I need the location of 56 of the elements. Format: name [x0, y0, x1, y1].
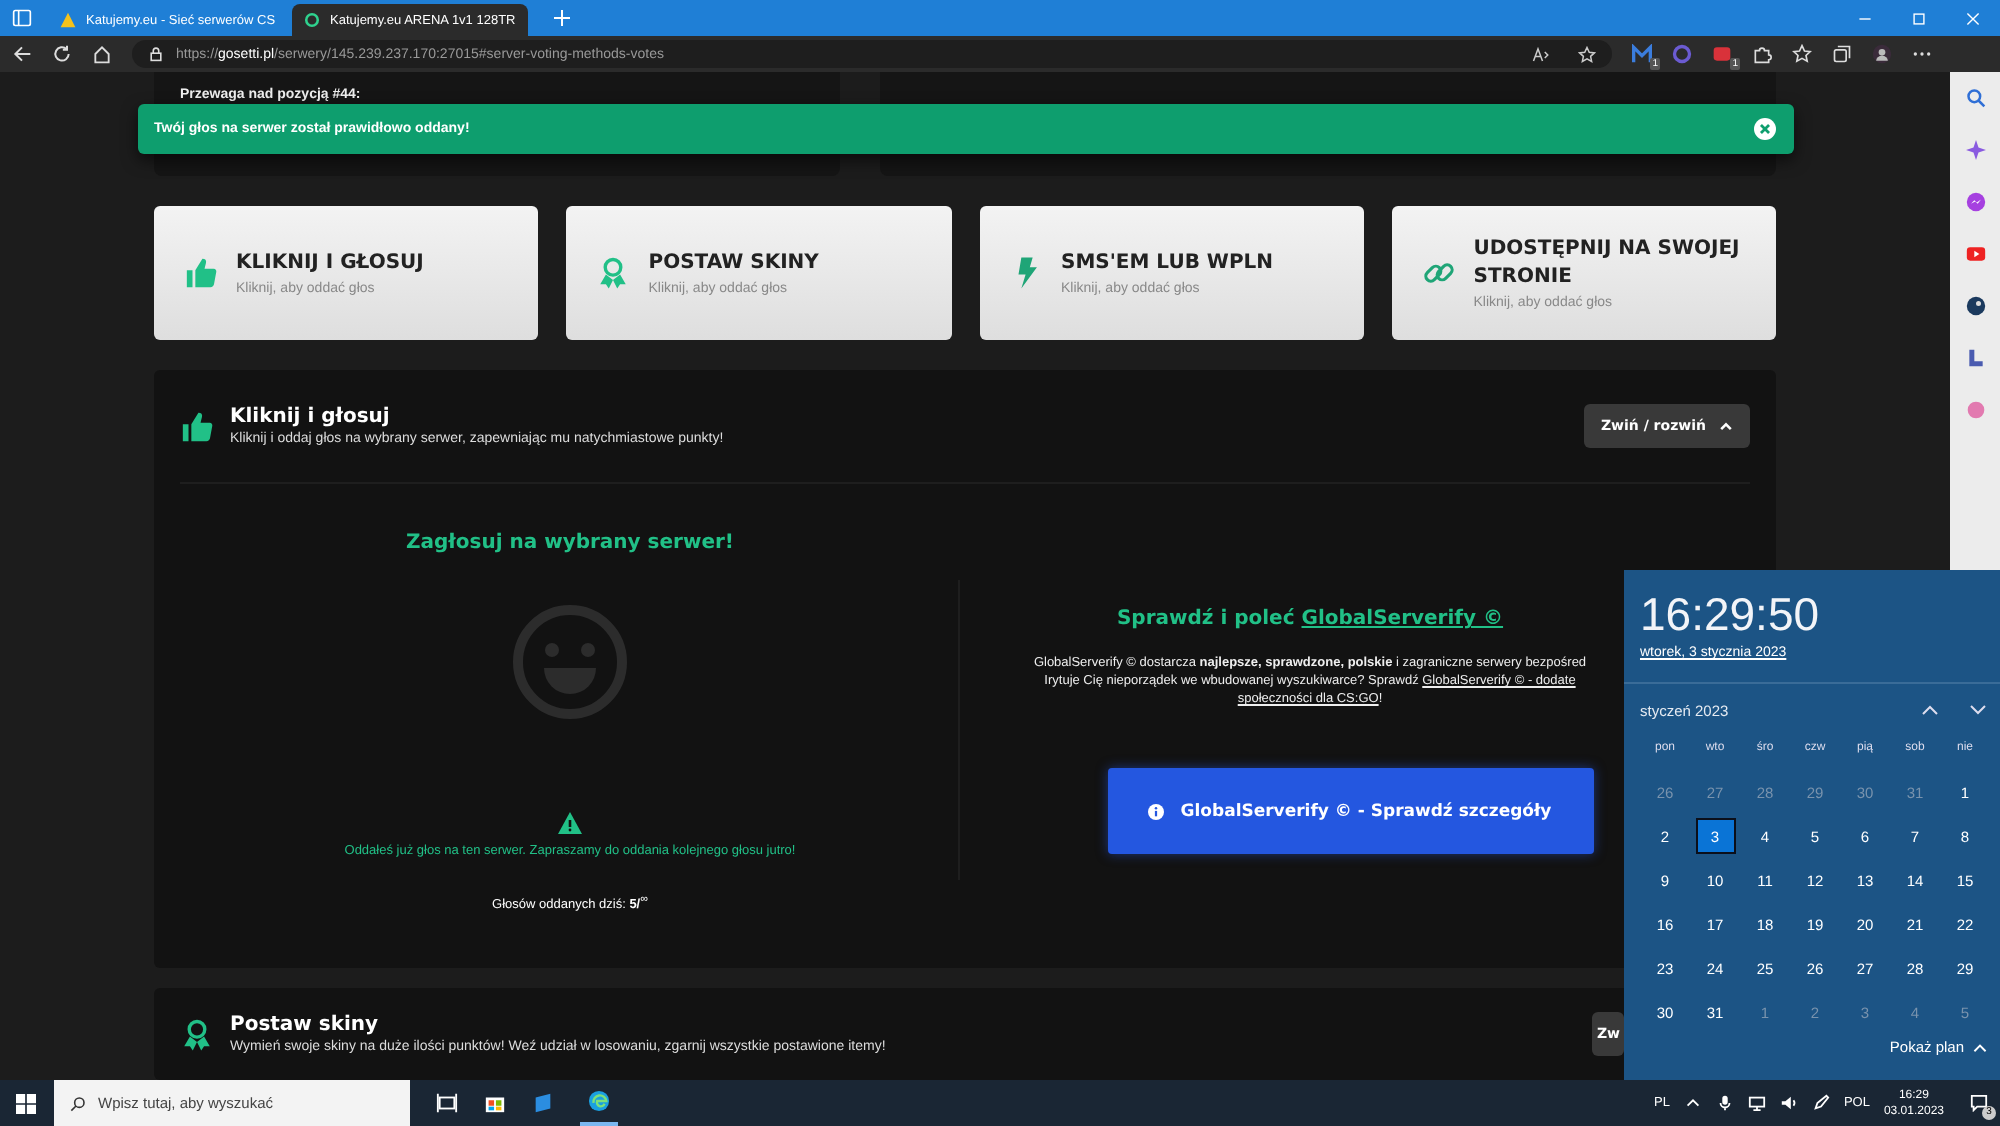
warning-icon: [558, 812, 582, 835]
ring-icon: [304, 12, 320, 28]
thumbs-up-icon: [184, 256, 218, 291]
pen-icon[interactable]: [1811, 1094, 1830, 1112]
tab-actions-icon[interactable]: [12, 8, 32, 28]
app-icon[interactable]: [532, 1092, 554, 1114]
task-view-icon[interactable]: [436, 1092, 458, 1114]
maximize-icon[interactable]: [1912, 11, 1926, 25]
browser-icon[interactable]: [588, 1090, 610, 1112]
microphone-icon[interactable]: [1715, 1094, 1734, 1112]
thumbs-up-icon: [180, 409, 214, 444]
card-title: SMS'EM LUB WPLN: [1061, 250, 1274, 279]
read-aloud-icon[interactable]: [1532, 45, 1550, 63]
lock-icon[interactable]: [148, 46, 164, 62]
heading-link[interactable]: GlobalServerify ©: [1301, 608, 1504, 631]
network-icon[interactable]: [1747, 1094, 1766, 1112]
profile-avatar-icon[interactable]: [1872, 44, 1892, 64]
vote-heading: Zagłosuj na wybrany serwer!: [406, 532, 734, 555]
details-button[interactable]: GlobalServerify © - Sprawdź szczegóły: [1107, 768, 1593, 855]
chat-bubble-icon[interactable]: [1965, 192, 1985, 212]
chevron-up-icon[interactable]: [1920, 700, 1940, 720]
add-favorite-icon[interactable]: [1578, 45, 1596, 63]
sparkle-icon[interactable]: [1965, 140, 1985, 160]
new-tab-icon[interactable]: [552, 8, 572, 28]
caret-icon: [1972, 1039, 1988, 1055]
back-icon[interactable]: [12, 44, 32, 64]
refresh-icon[interactable]: [52, 44, 72, 64]
play-icon[interactable]: [1965, 244, 1985, 264]
chevron-down-icon[interactable]: [1968, 700, 1988, 720]
warning-icon: [60, 12, 76, 28]
search-icon: [70, 1095, 86, 1111]
award-icon: [596, 256, 631, 291]
card-title: UDOSTĘPNIJ NA SWOJEJ STRONIE: [1473, 236, 1742, 293]
chevron-up-icon[interactable]: [1683, 1094, 1702, 1112]
smiley-icon: [510, 602, 630, 723]
clock-time: 16:29:50: [1640, 590, 1822, 638]
close-icon[interactable]: [1754, 118, 1776, 140]
award-icon: [180, 1017, 214, 1052]
recommend-heading: Sprawdź i poleć GlobalServerify ©: [1116, 608, 1504, 631]
notification-icon[interactable]: [1970, 1094, 1988, 1112]
puzzle-icon[interactable]: [1752, 44, 1772, 64]
collections-icon[interactable]: [1832, 44, 1852, 64]
volume-icon[interactable]: [1779, 1094, 1798, 1112]
app-icon[interactable]: [1965, 348, 1985, 368]
section-title: Kliknij i głosuj: [230, 406, 392, 429]
caret-icon: [1718, 418, 1734, 435]
info-icon: [1148, 803, 1165, 820]
card-title: KLIKNIJ I GŁOSUJ: [236, 250, 424, 279]
close-icon[interactable]: [1966, 11, 1980, 25]
favorites-icon[interactable]: [1792, 44, 1812, 64]
section-title: Postaw skiny: [230, 1014, 381, 1037]
home-icon[interactable]: [92, 44, 112, 64]
windows-start-icon[interactable]: [16, 1093, 36, 1113]
store-icon[interactable]: [484, 1092, 506, 1114]
search-icon[interactable]: [1965, 88, 1985, 108]
card-title: POSTAW SKINY: [648, 250, 819, 279]
